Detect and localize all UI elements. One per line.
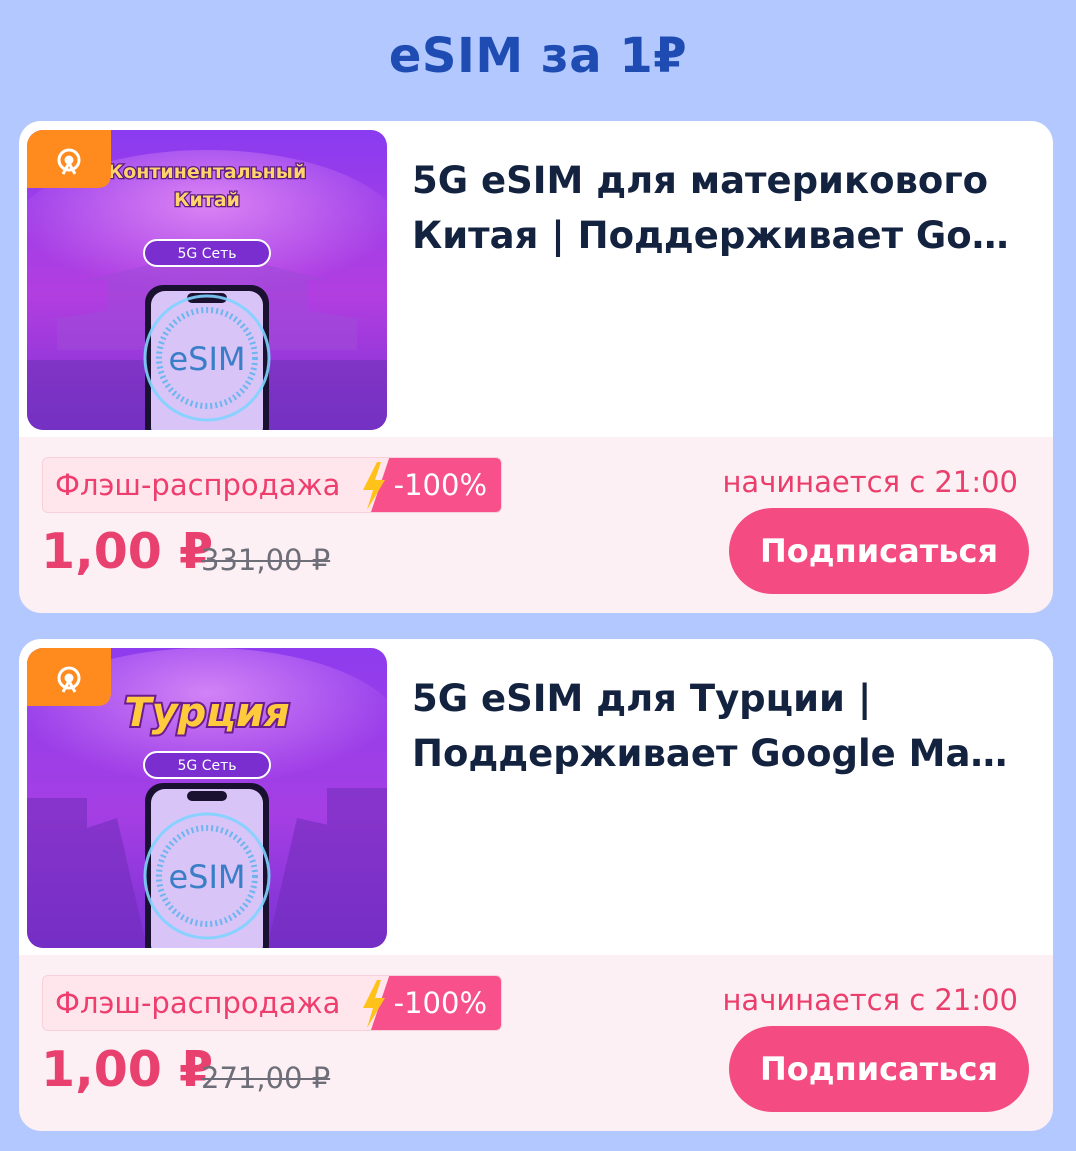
image-network-text: 5G Сеть xyxy=(177,246,236,262)
product-image[interactable]: eSIM 5G Сеть Турция xyxy=(27,648,387,948)
lightning-icon xyxy=(363,980,385,1028)
image-caption-line2: Китай xyxy=(174,189,240,211)
flash-sale-badge: Флэш-распродажа -100% xyxy=(42,457,502,513)
image-esim-text: eSIM xyxy=(168,858,245,896)
product-title-line1: 5G eSIM для материкового xyxy=(412,159,989,202)
page-title: eSIM за 1₽ xyxy=(388,28,688,84)
product-title[interactable]: 5G eSIM для Турции | Поддерживает Google… xyxy=(412,671,1032,781)
lightning-icon xyxy=(363,462,385,510)
image-esim-text: eSIM xyxy=(168,340,245,378)
old-price: 331,00 ₽ xyxy=(201,543,331,577)
current-price: 1,00 ₽ xyxy=(41,1041,214,1098)
flash-sale-label: Флэш-распродажа xyxy=(55,468,341,502)
subscribe-button[interactable]: Подписаться xyxy=(729,1026,1029,1112)
subscribe-button[interactable]: Подписаться xyxy=(729,508,1029,594)
image-caption-line1: Континентальный xyxy=(108,161,307,183)
product-card[interactable]: eSIM 5G Сеть Турция 5G eSIM для Турции |… xyxy=(19,639,1053,1131)
product-title-line2: Поддерживает Google Maps... xyxy=(412,732,1032,775)
image-caption-line1: Турция xyxy=(124,690,289,736)
product-title[interactable]: 5G eSIM для материкового Китая | Поддерж… xyxy=(412,153,1032,263)
product-title-line2: Китая | Поддерживает Goog... xyxy=(412,214,1032,257)
flash-sale-label: Флэш-распродажа xyxy=(55,986,341,1020)
product-card[interactable]: eSIM 5G Сеть Континентальный Китай 5G eS… xyxy=(19,121,1053,613)
current-price: 1,00 ₽ xyxy=(41,523,214,580)
product-title-line1: 5G eSIM для Турции | xyxy=(412,677,872,720)
start-time-text: начинается с 21:00 xyxy=(722,465,1018,499)
start-time-text: начинается с 21:00 xyxy=(722,983,1018,1017)
product-image[interactable]: eSIM 5G Сеть Континентальный Китай xyxy=(27,130,387,430)
old-price: 271,00 ₽ xyxy=(201,1061,331,1095)
image-network-text: 5G Сеть xyxy=(177,758,236,774)
flash-sale-badge: Флэш-распродажа -100% xyxy=(42,975,502,1031)
